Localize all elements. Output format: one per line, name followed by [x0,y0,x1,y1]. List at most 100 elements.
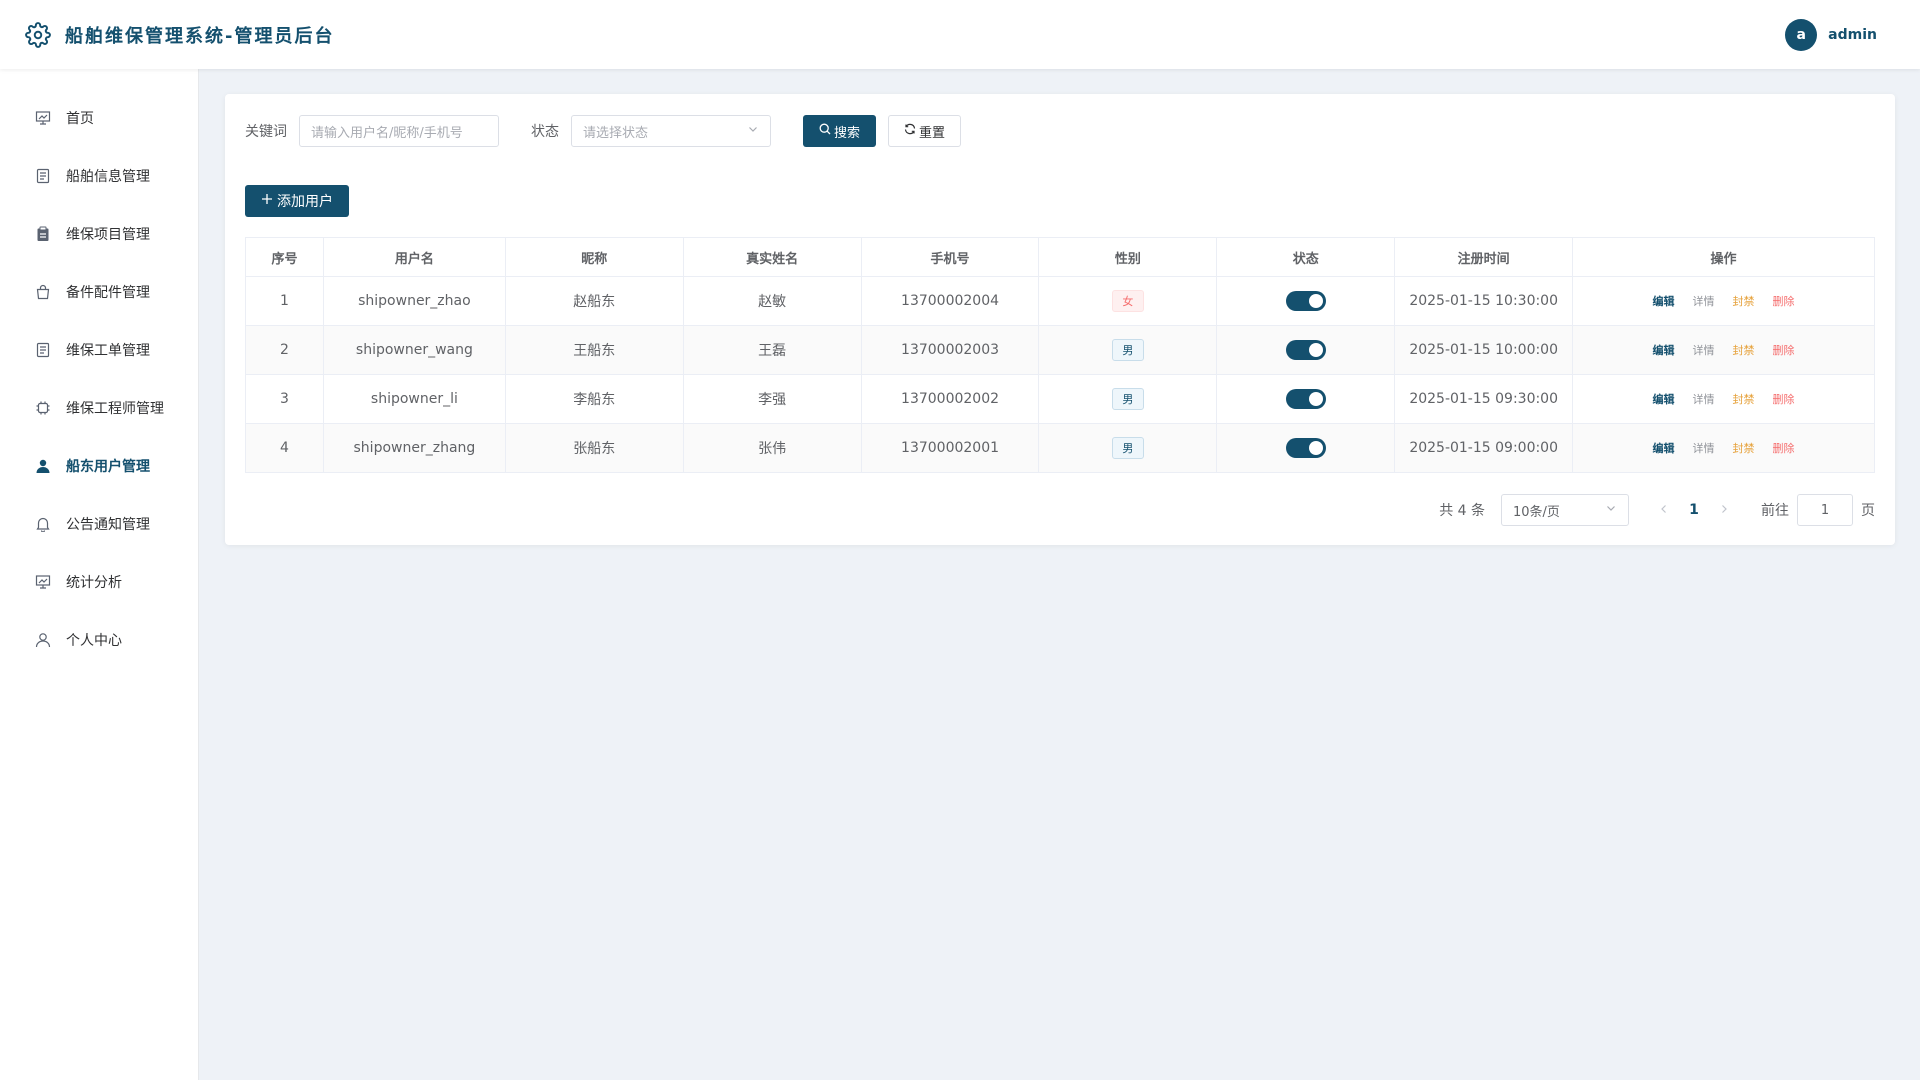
reset-button[interactable]: 重置 [888,115,962,147]
delete-link[interactable]: 删除 [1773,293,1795,309]
gender-tag: 男 [1111,437,1144,459]
reset-button-label: 重置 [919,125,946,141]
avatar[interactable]: a [1785,18,1818,51]
status-select[interactable]: 请选择状态 [571,115,771,147]
status-toggle[interactable] [1285,340,1326,360]
brand: 船舶维保管理系统-管理员后台 [25,21,335,48]
cpu-icon [34,399,52,417]
sidebar-item-announcements[interactable]: 公告通知管理 [0,495,198,553]
user-list-card: 关键词 请输入用户名/昵称/手机号 状态 请选择状态 搜索 重置 添加用户 序号… [225,94,1895,545]
table-row: 3 shipowner_li 李船东 李强 13700002002 男 2025… [245,374,1875,424]
chevron-down-icon [1605,502,1617,518]
cell-gender: 男 [1038,374,1218,424]
cell-gender: 男 [1038,423,1218,473]
app-title: 船舶维保管理系统-管理员后台 [65,25,335,47]
sidebar-item-label: 船东用户管理 [66,459,150,475]
status-toggle[interactable] [1285,389,1326,409]
delete-link[interactable]: 删除 [1773,391,1795,407]
cell-registered: 2025-01-15 10:00:00 [1394,325,1574,375]
cell-actions: 编辑 详情 封禁 删除 [1572,276,1875,326]
page-number-current[interactable]: 1 [1679,502,1709,518]
page-size-value: 10条/页 [1513,504,1560,520]
search-button-label: 搜索 [834,125,861,141]
sidebar-item-work-orders[interactable]: 维保工单管理 [0,321,198,379]
search-button[interactable]: 搜索 [803,115,877,147]
next-page-button[interactable] [1709,502,1739,518]
sidebar-item-label: 维保工程师管理 [66,401,164,417]
column-header: 操作 [1572,237,1875,277]
cell-phone: 13700002003 [860,325,1040,375]
ban-link[interactable]: 封禁 [1733,440,1755,456]
ban-link[interactable]: 封禁 [1733,391,1755,407]
filter-bar: 关键词 请输入用户名/昵称/手机号 状态 请选择状态 搜索 重置 [245,115,962,147]
sidebar-item-engineers[interactable]: 维保工程师管理 [0,379,198,437]
delete-link[interactable]: 删除 [1773,342,1795,358]
detail-link[interactable]: 详情 [1693,440,1715,456]
ban-link[interactable]: 封禁 [1733,293,1755,309]
cell-realname: 李强 [682,374,862,424]
sidebar-item-ships[interactable]: 船舶信息管理 [0,147,198,205]
clipboard-icon [34,225,52,243]
edit-link[interactable]: 编辑 [1653,342,1675,358]
cell-username: shipowner_wang [322,325,506,375]
bag-icon [34,283,52,301]
cell-registered: 2025-01-15 10:30:00 [1394,276,1574,326]
cell-index: 4 [245,423,324,473]
column-header: 用户名 [322,237,506,277]
cell-status [1216,325,1396,375]
sidebar-item-label: 船舶信息管理 [66,169,150,185]
edit-link[interactable]: 编辑 [1653,391,1675,407]
ban-link[interactable]: 封禁 [1733,342,1755,358]
status-toggle[interactable] [1285,291,1326,311]
sidebar-item-maintenance-projects[interactable]: 维保项目管理 [0,205,198,263]
refresh-icon [904,123,916,139]
username[interactable]: admin [1828,27,1877,43]
search-icon [819,123,831,139]
column-header: 真实姓名 [682,237,862,277]
bell-icon [34,515,52,533]
table-header-row: 序号 用户名 昵称 真实姓名 手机号 性别 状态 注册时间 操作 [245,237,1875,277]
pagination: 共 4 条 10条/页 1 前往 1 页 [1439,493,1875,527]
column-header: 昵称 [504,237,684,277]
goto-page-input[interactable]: 1 [1797,494,1853,526]
prev-page-button[interactable] [1649,502,1679,518]
user-icon [34,631,52,649]
cell-nickname: 李船东 [504,374,684,424]
sidebar-item-home[interactable]: 首页 [0,89,198,147]
cell-status [1216,423,1396,473]
user-menu[interactable]: a admin [1785,18,1877,51]
column-header: 注册时间 [1394,237,1574,277]
delete-link[interactable]: 删除 [1773,440,1795,456]
cell-nickname: 张船东 [504,423,684,473]
cell-realname: 赵敏 [682,276,862,326]
cell-phone: 13700002004 [860,276,1040,326]
keyword-input[interactable]: 请输入用户名/昵称/手机号 [299,115,499,147]
edit-link[interactable]: 编辑 [1653,293,1675,309]
column-header: 序号 [245,237,324,277]
detail-link[interactable]: 详情 [1693,342,1715,358]
sidebar-item-profile[interactable]: 个人中心 [0,611,198,669]
sidebar-item-label: 维保工单管理 [66,343,150,359]
cell-registered: 2025-01-15 09:00:00 [1394,423,1574,473]
cell-index: 3 [245,374,324,424]
page-size-select[interactable]: 10条/页 [1501,494,1629,526]
sidebar-item-spare-parts[interactable]: 备件配件管理 [0,263,198,321]
sidebar-item-statistics[interactable]: 统计分析 [0,553,198,611]
cell-gender: 女 [1038,276,1218,326]
document-icon [34,341,52,359]
column-header: 状态 [1216,237,1396,277]
sidebar-item-label: 统计分析 [66,575,122,591]
cell-index: 2 [245,325,324,375]
sidebar-item-shipowner-users[interactable]: 船东用户管理 [0,437,198,495]
cell-realname: 王磊 [682,325,862,375]
status-toggle[interactable] [1285,438,1326,458]
detail-link[interactable]: 详情 [1693,293,1715,309]
chart-icon [34,573,52,591]
cell-username: shipowner_zhao [322,276,506,326]
detail-link[interactable]: 详情 [1693,391,1715,407]
cell-status [1216,276,1396,326]
add-user-button[interactable]: 添加用户 [245,185,349,217]
gender-tag: 男 [1111,388,1144,410]
table-row: 4 shipowner_zhang 张船东 张伟 13700002001 男 2… [245,423,1875,473]
edit-link[interactable]: 编辑 [1653,440,1675,456]
